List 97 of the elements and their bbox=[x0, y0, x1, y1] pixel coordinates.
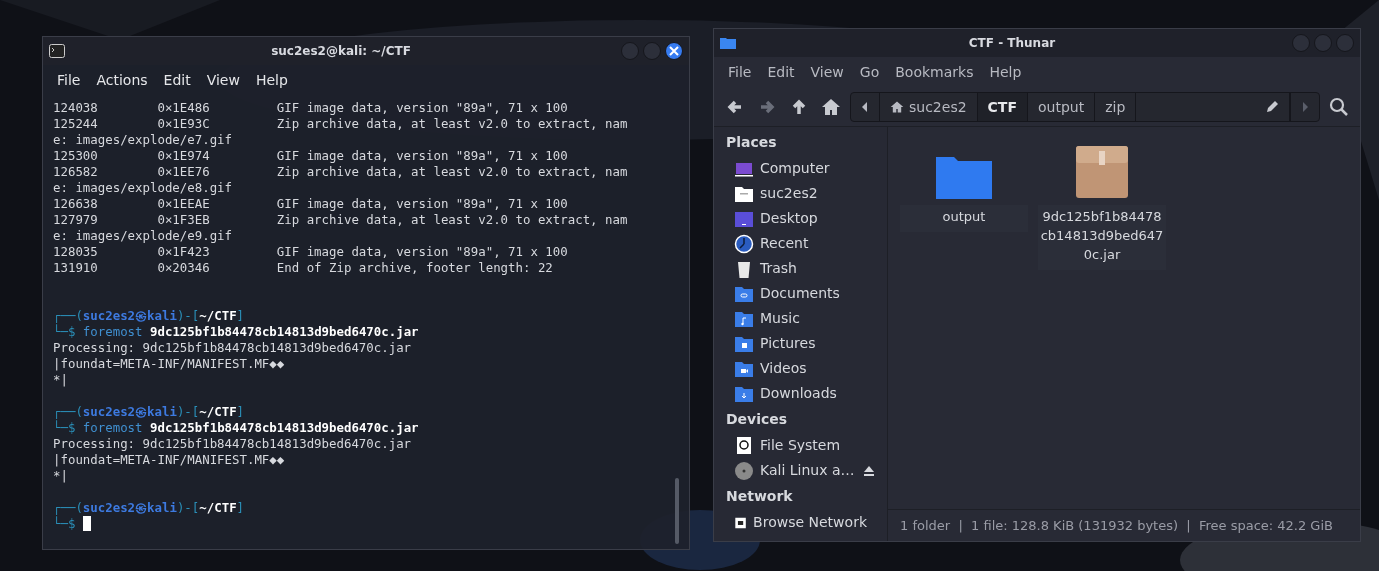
output-line: 126638 0×1EEAE GIF image data, version "89a", 71 x 100 bbox=[53, 196, 569, 212]
section-heading: Places bbox=[725, 133, 778, 152]
sidebar-item[interactable]: suc2es2 bbox=[714, 181, 887, 206]
prompt-user: suc2es2 bbox=[82, 500, 136, 515]
prompt-directory: ~/CTF bbox=[199, 404, 237, 419]
prompt-frame: ] bbox=[236, 404, 245, 419]
disc-icon bbox=[734, 460, 754, 481]
prompt-symbol: └─$ bbox=[53, 324, 76, 339]
file-entry[interactable]: 9dc125bf1b84478cb14813d9bed6470c.jar bbox=[1036, 135, 1168, 270]
path-button[interactable]: zip bbox=[1095, 93, 1137, 121]
command-text: foremost bbox=[82, 324, 143, 339]
caret-icon bbox=[1301, 101, 1309, 113]
drive-icon bbox=[734, 435, 754, 456]
output-line: e: images/explode/e8.gif bbox=[53, 180, 234, 196]
output-line: *| bbox=[53, 468, 69, 484]
output-line: 126582 0×1EE76 Zip archive data, at least v2.0 to extract, nam bbox=[53, 164, 629, 180]
menu-item[interactable]: View bbox=[198, 67, 248, 94]
prompt-host: kali bbox=[147, 404, 177, 419]
prompt-separator: ㉿ bbox=[135, 308, 148, 323]
menu-item[interactable]: Go bbox=[851, 59, 888, 86]
menu-item[interactable]: View bbox=[802, 59, 852, 86]
sidebar-item[interactable]: Computer bbox=[714, 156, 887, 181]
menu-item[interactable]: Edit bbox=[155, 67, 199, 94]
sidebar-item[interactable]: Pictures bbox=[714, 331, 887, 356]
output-line: 127979 0×1F3EB Zip archive data, at least v2.0 to extract, nam bbox=[53, 212, 629, 228]
home-icon bbox=[821, 97, 841, 117]
section-heading: Devices bbox=[725, 410, 789, 429]
scrollbar[interactable] bbox=[675, 478, 679, 544]
prompt-directory: ~/CTF bbox=[199, 500, 237, 515]
pencil-icon bbox=[1265, 100, 1279, 114]
output-line: e: images/explode/e7.gif bbox=[53, 132, 234, 148]
close-button[interactable] bbox=[665, 42, 683, 60]
output-line: 124038 0×1E486 GIF image data, version "89a", 71 x 100 bbox=[53, 100, 569, 116]
sidebar-item[interactable]: Videos bbox=[714, 356, 887, 381]
terminal-icon bbox=[49, 44, 65, 58]
sidebar-item[interactable]: Desktop bbox=[714, 206, 887, 231]
prompt-frame: )-[ bbox=[176, 404, 200, 419]
prompt-frame: ] bbox=[236, 500, 245, 515]
prompt-host: kali bbox=[147, 500, 177, 515]
output-line: e: images/explode/e9.gif bbox=[53, 228, 234, 244]
menu-item[interactable]: Help bbox=[247, 67, 296, 94]
prompt-user: suc2es2 bbox=[82, 404, 136, 419]
prompt-frame: ] bbox=[236, 308, 245, 323]
caret-icon bbox=[861, 101, 869, 113]
close-icon bbox=[669, 46, 679, 56]
command-argument: 9dc125bf1b84478cb14813d9bed6470c.jar bbox=[150, 420, 419, 435]
file-entry[interactable]: output bbox=[898, 135, 1030, 232]
prompt-frame: )-[ bbox=[176, 500, 200, 515]
package-icon bbox=[1075, 145, 1129, 199]
prompt-host: kali bbox=[147, 308, 177, 323]
output-line: Processing: 9dc125bf1b84478cb14813d9bed6470c.jar bbox=[53, 340, 413, 356]
path-button[interactable]: CTF bbox=[977, 93, 1028, 121]
sidebar-item[interactable]: Documents bbox=[714, 281, 887, 306]
section-heading: Network bbox=[725, 487, 794, 506]
prompt-symbol: └─$ bbox=[53, 420, 76, 435]
menu-item[interactable]: Bookmarks bbox=[887, 59, 982, 86]
prompt-symbol: └─$ bbox=[53, 516, 76, 531]
prompt-frame: )-[ bbox=[176, 308, 200, 323]
output-line: 131910 0×20346 End of Zip archive, footer length: 22 bbox=[53, 260, 554, 276]
sidebar-item[interactable]: Recent bbox=[714, 231, 887, 256]
menu-item[interactable]: File bbox=[720, 59, 760, 86]
path-button[interactable]: suc2es2 bbox=[880, 93, 978, 121]
output-line: 128035 0×1F423 GIF image data, version "89a", 71 x 100 bbox=[53, 244, 569, 260]
output-line: *| bbox=[53, 372, 69, 388]
output-line: 125244 0×1E93C Zip archive data, at least v2.0 to extract, nam bbox=[53, 116, 629, 132]
prompt-frame: ┌──( bbox=[53, 500, 83, 515]
output-line: 125300 0×1E974 GIF image data, version "89a", 71 x 100 bbox=[53, 148, 569, 164]
command-text: foremost bbox=[82, 420, 143, 435]
menu-item[interactable]: Edit bbox=[759, 59, 803, 86]
prompt-separator: ㉿ bbox=[135, 500, 148, 515]
sidebar-item[interactable]: Browse Network bbox=[714, 510, 887, 535]
file-name: 9dc125bf1b84478cb14813d9bed6470c.jar bbox=[1038, 205, 1166, 270]
prompt-frame: ┌──( bbox=[53, 308, 83, 323]
sidebar-item[interactable]: Music bbox=[714, 306, 887, 331]
menu-item[interactable]: Actions bbox=[88, 67, 156, 94]
prompt-frame: ┌──( bbox=[53, 404, 83, 419]
menu-item[interactable]: File bbox=[49, 67, 89, 94]
prompt-separator: ㉿ bbox=[135, 404, 148, 419]
output-line: Processing: 9dc125bf1b84478cb14813d9bed6470c.jar bbox=[53, 436, 413, 452]
search-icon bbox=[1329, 97, 1349, 117]
sidebar-item[interactable]: Downloads bbox=[714, 381, 887, 406]
window-title: CTF - Thunar bbox=[967, 35, 1057, 52]
command-argument: 9dc125bf1b84478cb14813d9bed6470c.jar bbox=[150, 324, 419, 339]
path-button[interactable]: output bbox=[1028, 93, 1096, 121]
sidebar-item[interactable]: Trash bbox=[714, 256, 887, 281]
file-name: output bbox=[900, 205, 1028, 232]
prompt-user: suc2es2 bbox=[82, 308, 136, 323]
clock-icon bbox=[734, 233, 754, 254]
output-line: |foundat=META-INF/MANIFEST.MF◆◆ bbox=[53, 452, 286, 468]
output-line: |foundat=META-INF/MANIFEST.MF◆◆ bbox=[53, 356, 286, 372]
menu-item[interactable]: Help bbox=[981, 59, 1030, 86]
status-text: 1 folder | 1 file: 128.8 KiB (131932 bytes) | Free space: 42.2 GiB bbox=[888, 508, 1360, 541]
sidebar-item[interactable]: File System bbox=[714, 433, 887, 458]
folder-icon bbox=[720, 37, 736, 49]
sidebar-item[interactable]: Kali Linux a… bbox=[714, 458, 887, 483]
window-title: suc2es2@kali: ~/CTF bbox=[270, 43, 412, 60]
prompt-directory: ~/CTF bbox=[199, 308, 237, 323]
